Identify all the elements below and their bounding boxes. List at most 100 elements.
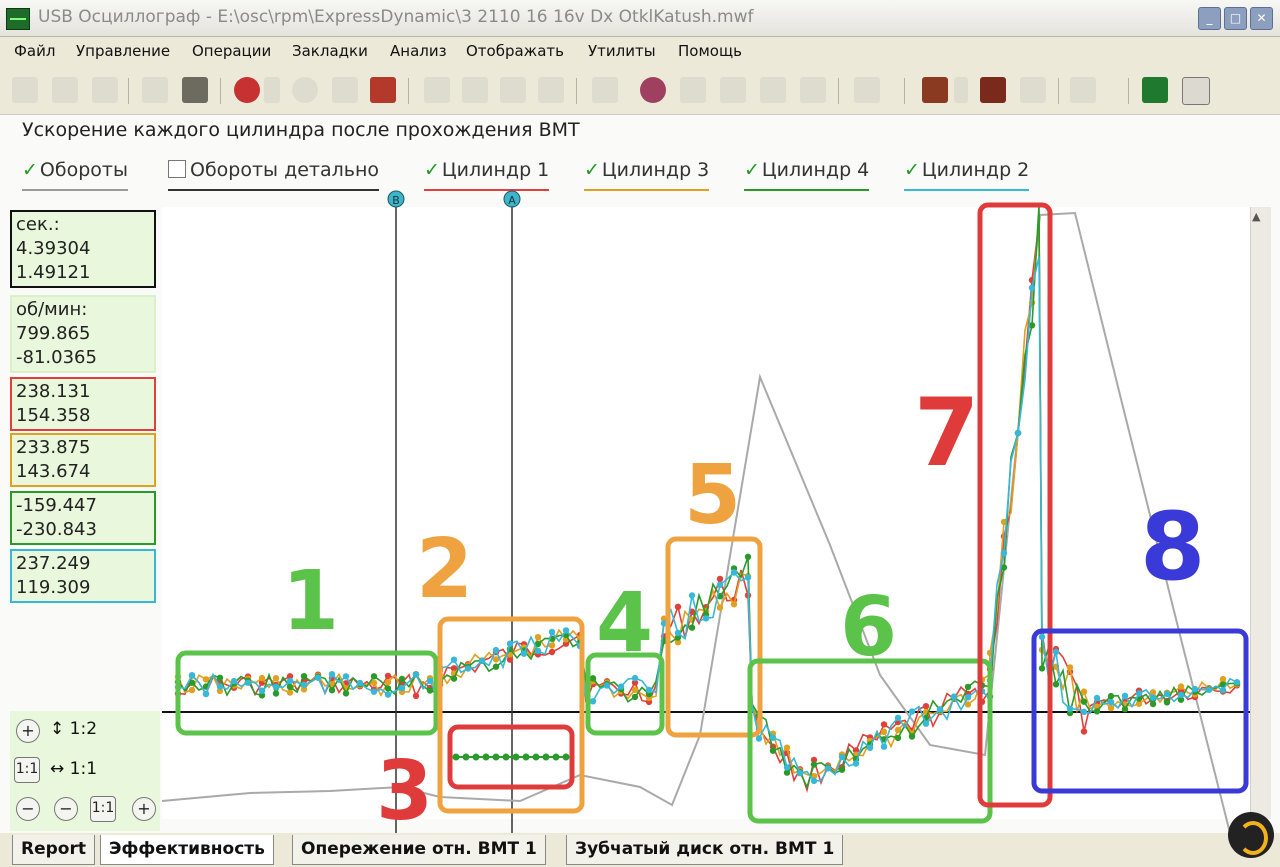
cylinder-2-trace-point bbox=[1121, 692, 1129, 699]
cylinder-2-trace-point bbox=[824, 765, 832, 772]
cylinder-2-trace-point bbox=[730, 569, 738, 576]
cylinder-2-trace-point bbox=[852, 760, 860, 767]
chevron-down-icon[interactable] bbox=[264, 77, 280, 103]
cylinder-4-flat-point bbox=[552, 753, 560, 761]
annotation-4: 4 bbox=[596, 576, 654, 671]
cylinder-3-trace-point bbox=[631, 686, 639, 693]
menu-bookmarks[interactable]: Закладки bbox=[292, 42, 368, 60]
maximize-icon[interactable]: □ bbox=[1224, 7, 1247, 30]
align-icon[interactable] bbox=[854, 77, 880, 103]
split-horizontal-icon[interactable] bbox=[720, 77, 746, 103]
trigger-icon[interactable] bbox=[980, 77, 1006, 103]
settings-list-icon[interactable] bbox=[1070, 77, 1096, 103]
cylinder-3-trace-point bbox=[1066, 664, 1074, 671]
cylinder-2-trace-point bbox=[936, 706, 944, 713]
stop-record-icon[interactable] bbox=[234, 77, 260, 103]
chevron-down-icon[interactable] bbox=[954, 77, 968, 103]
cylinder-4-trace-point bbox=[1052, 681, 1060, 688]
split-vertical-icon[interactable] bbox=[760, 77, 786, 103]
tab-bar: Report Эффективность Опережение отн. ВМТ… bbox=[0, 833, 1280, 867]
cylinder-2-trace-point bbox=[328, 671, 336, 678]
cylinder-2-trace-point bbox=[589, 698, 597, 705]
tab-advance-tdc[interactable]: Опережение отн. ВМТ 1 bbox=[292, 835, 546, 865]
cylinder-4-trace-point bbox=[426, 687, 434, 694]
display-mode-icon[interactable] bbox=[1142, 77, 1168, 103]
sync-icon[interactable] bbox=[332, 77, 358, 103]
menu-analysis[interactable]: Анализ bbox=[390, 42, 447, 60]
cylinder-1-trace-point bbox=[922, 703, 930, 710]
close-icon[interactable]: ✕ bbox=[1250, 7, 1273, 30]
cylinder-2-trace-point bbox=[300, 681, 308, 689]
record-icon[interactable] bbox=[292, 77, 318, 103]
save-icon[interactable] bbox=[52, 77, 78, 103]
cylinder-4-flat-point bbox=[512, 753, 520, 761]
watermark-logo bbox=[1228, 812, 1274, 858]
tab-report[interactable]: Report bbox=[12, 835, 95, 865]
annotation-7: 7 bbox=[914, 379, 980, 488]
cylinder-4-trace-point bbox=[272, 690, 280, 697]
cylinder-2-trace-point bbox=[769, 734, 777, 741]
menu-help[interactable]: Помощь bbox=[678, 42, 742, 60]
cylinder-2-trace-point bbox=[1028, 284, 1036, 292]
menu-utilities[interactable]: Утилиты bbox=[588, 42, 656, 60]
title-bar: USB Осциллограф - E:\osc\rpm\ExpressDyna… bbox=[0, 0, 1280, 37]
zoom-icon[interactable] bbox=[640, 77, 666, 103]
menu-operations[interactable]: Операции bbox=[192, 42, 271, 60]
cylinder-3-trace-point bbox=[258, 674, 266, 682]
cylinder-3-trace-point bbox=[272, 675, 280, 682]
cylinder-4-trace-point bbox=[492, 663, 500, 670]
cylinder-4-trace-point bbox=[300, 673, 308, 680]
cylinder-4-flat-point bbox=[462, 753, 470, 761]
cylinder-4-trace-point bbox=[370, 673, 378, 680]
delete-icon[interactable] bbox=[1020, 77, 1046, 103]
cylinder-4-flat-point bbox=[482, 753, 490, 761]
check-3-icon[interactable] bbox=[500, 77, 526, 103]
cylinder-1-trace-point bbox=[674, 603, 682, 610]
cylinder-3-trace-point bbox=[188, 686, 196, 694]
layout-icon[interactable] bbox=[1182, 77, 1210, 105]
cylinder-2-trace-point bbox=[908, 708, 916, 715]
cylinder-4-flat-point bbox=[562, 753, 570, 761]
cursor-move-icon[interactable] bbox=[680, 77, 706, 103]
cylinder-2-trace-point bbox=[1093, 694, 1101, 702]
open-file-icon[interactable] bbox=[12, 77, 38, 103]
check-4-icon[interactable] bbox=[538, 77, 564, 103]
vertical-scrollbar[interactable] bbox=[1250, 207, 1271, 819]
save-as-icon[interactable] bbox=[92, 77, 118, 103]
tab-efficiency[interactable]: Эффективность bbox=[100, 835, 274, 865]
export-icon[interactable] bbox=[182, 77, 208, 103]
oscillogram-plot[interactable]: BA bbox=[0, 115, 1280, 833]
cylinder-2-trace-point bbox=[617, 683, 625, 690]
cylinder-2-trace-point bbox=[230, 677, 238, 685]
grid-icon[interactable] bbox=[592, 77, 618, 103]
cylinder-4-trace-point bbox=[286, 683, 294, 690]
cylinder-4-flat-point bbox=[522, 753, 530, 761]
tab-gear-disk-tdc[interactable]: Зубчатый диск отн. ВМТ 1 bbox=[566, 835, 844, 865]
cylinder-2-trace-point bbox=[412, 671, 420, 678]
minimize-icon[interactable]: _ bbox=[1198, 7, 1221, 30]
cylinder-2-trace-point bbox=[450, 656, 458, 663]
cylinder-2-trace-point bbox=[1163, 690, 1171, 698]
cylinder-2-trace-point bbox=[1066, 705, 1074, 712]
cylinder-4-trace-point bbox=[328, 687, 336, 694]
toolbar bbox=[0, 68, 1280, 115]
menu-file[interactable]: Файл bbox=[14, 42, 55, 60]
cylinder-2-trace-point bbox=[783, 764, 791, 771]
probe-icon[interactable] bbox=[370, 77, 396, 103]
measure-icon[interactable] bbox=[922, 77, 948, 103]
menu-control[interactable]: Управление bbox=[76, 42, 170, 60]
check-1-icon[interactable] bbox=[424, 77, 450, 103]
cylinder-1-trace-point bbox=[1080, 728, 1088, 735]
check-2-icon[interactable] bbox=[462, 77, 488, 103]
cylinder-1-trace-point bbox=[548, 648, 556, 656]
scroll-up-icon[interactable]: ▲ bbox=[1252, 210, 1260, 223]
print-icon[interactable] bbox=[142, 77, 168, 103]
cylinder-1-trace-point bbox=[412, 692, 420, 700]
fit-icon[interactable] bbox=[800, 77, 826, 103]
cylinder-4-trace-point bbox=[384, 685, 392, 692]
menu-display[interactable]: Отображать bbox=[466, 42, 564, 60]
cylinder-2-trace-point bbox=[216, 683, 224, 690]
cylinder-4-trace-point bbox=[769, 747, 777, 754]
cylinder-2-trace-point bbox=[922, 720, 930, 727]
cylinder-4-trace-point bbox=[1080, 698, 1088, 705]
